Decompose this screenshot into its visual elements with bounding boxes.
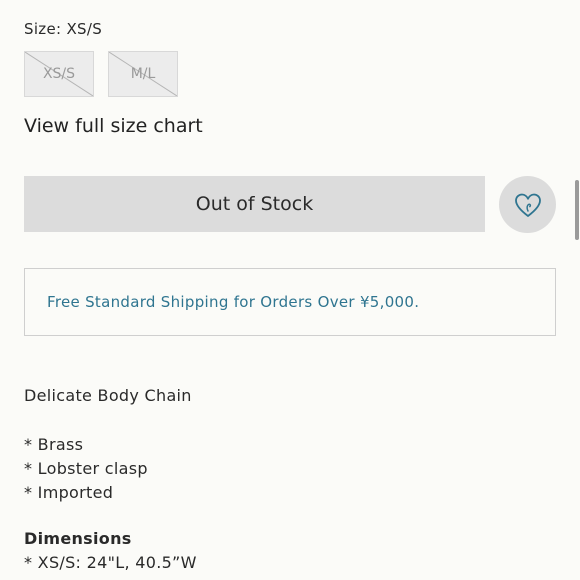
wishlist-button[interactable]: [499, 176, 556, 233]
dimension-item: * XS/S: 24"L, 40.5”W: [24, 553, 197, 572]
size-option-m-l[interactable]: M/L: [108, 51, 178, 97]
out-of-stock-button[interactable]: Out of Stock: [24, 176, 485, 232]
dimensions-heading: Dimensions: [24, 529, 132, 548]
feature-list: * Brass * Lobster clasp * Imported: [24, 433, 148, 505]
list-item: * Lobster clasp: [24, 459, 148, 478]
size-chart-link[interactable]: View full size chart: [24, 115, 203, 137]
size-label-text: Size:: [24, 20, 62, 38]
list-item: * Imported: [24, 483, 114, 502]
size-option-label: M/L: [130, 66, 156, 82]
size-selected-value: XS/S: [66, 20, 103, 38]
size-label: Size: XS/S: [24, 20, 102, 38]
scrollbar[interactable]: [574, 0, 580, 580]
size-option-xs-s[interactable]: XS/S: [24, 51, 94, 97]
scrollbar-thumb[interactable]: [575, 180, 579, 240]
heart-icon: [514, 193, 541, 217]
size-option-label: XS/S: [42, 66, 76, 82]
shipping-message: Free Standard Shipping for Orders Over ¥…: [47, 293, 420, 311]
product-description-title: Delicate Body Chain: [24, 386, 192, 405]
shipping-banner: Free Standard Shipping for Orders Over ¥…: [24, 268, 556, 336]
list-item: * Brass: [24, 435, 84, 454]
